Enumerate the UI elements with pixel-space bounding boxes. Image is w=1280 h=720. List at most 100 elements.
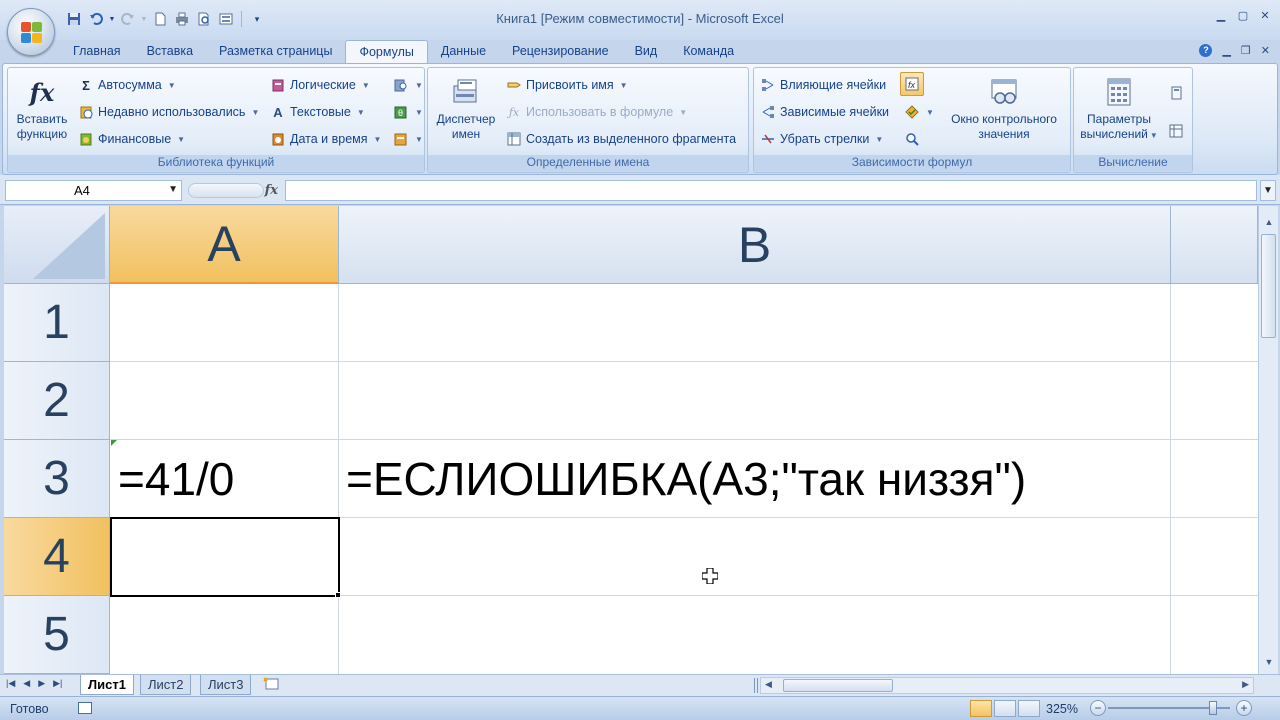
page-layout-view-icon[interactable] xyxy=(994,700,1016,717)
financial-button[interactable]: Финансовые ▼ xyxy=(78,128,185,150)
office-button[interactable] xyxy=(7,8,55,56)
tab-home[interactable]: Главная xyxy=(60,40,134,64)
column-divider xyxy=(338,284,339,674)
calculate-now-button[interactable] xyxy=(1168,82,1184,104)
next-sheet-icon[interactable]: ▶ xyxy=(38,678,45,689)
error-checking-button[interactable]: ▼ xyxy=(904,101,934,123)
trace-precedents-button[interactable]: Влияющие ячейки xyxy=(760,74,886,96)
chevron-down-icon: ▼ xyxy=(619,80,628,90)
row-header-1[interactable]: 1 xyxy=(4,284,110,362)
tab-page-layout[interactable]: Разметка страницы xyxy=(206,40,345,64)
horizontal-scrollbar[interactable]: ◀ ▶ xyxy=(760,677,1254,694)
autosum-label: Автосумма xyxy=(98,78,162,92)
text-button[interactable]: A Текстовые ▼ xyxy=(270,101,364,123)
name-box[interactable]: A4 ▼ xyxy=(5,180,182,201)
column-header-a[interactable]: A xyxy=(110,206,339,284)
logical-button[interactable]: Логические ▼ xyxy=(270,74,370,96)
cell-cursor-icon xyxy=(701,567,719,585)
more-functions-button[interactable]: ▼ xyxy=(393,128,423,150)
macro-record-icon[interactable] xyxy=(78,702,92,714)
name-manager-button[interactable]: Диспетчер имен xyxy=(431,76,501,142)
create-from-selection-label: Создать из выделенного фрагмента xyxy=(526,132,737,146)
formula-input[interactable] xyxy=(285,180,1257,201)
error-indicator-icon[interactable] xyxy=(111,440,117,446)
row-header-2[interactable]: 2 xyxy=(4,362,110,440)
worksheet-grid[interactable]: A B 1 2 3 4 5 =41/0 =ЕСЛИОШИБКА(A3;"так … xyxy=(4,206,1258,674)
scroll-up-icon[interactable]: ▲ xyxy=(1261,214,1277,230)
chevron-down-icon: ▼ xyxy=(251,107,260,117)
calc-options-button[interactable]: Параметры вычислений ▼ xyxy=(1076,76,1162,143)
function-library-label: Библиотека функций xyxy=(8,155,424,171)
expand-formula-bar-icon[interactable]: ▼ xyxy=(1260,180,1276,201)
workbook-minimize-icon[interactable]: ▁ xyxy=(1222,44,1230,57)
trace-dependents-button[interactable]: Зависимые ячейки xyxy=(760,101,889,123)
autosum-button[interactable]: Σ Автосумма ▼ xyxy=(78,74,176,96)
insert-function-label-1: Вставить xyxy=(16,112,68,126)
minimize-icon[interactable]: ▁ xyxy=(1212,6,1230,24)
select-all-button[interactable] xyxy=(4,206,110,284)
tab-split-handle[interactable] xyxy=(754,678,758,693)
horizontal-scroll-thumb[interactable] xyxy=(783,679,893,692)
create-from-selection-button[interactable]: Создать из выделенного фрагмента xyxy=(506,128,736,150)
vertical-scrollbar[interactable]: ▲ ▼ xyxy=(1258,206,1278,674)
row-header-3[interactable]: 3 xyxy=(4,440,110,518)
tab-team[interactable]: Команда xyxy=(670,40,747,64)
workbook-restore-icon[interactable]: ❐ xyxy=(1241,44,1251,57)
row-header-5[interactable]: 5 xyxy=(4,596,110,674)
name-manager-label-2: имен xyxy=(451,127,481,141)
normal-view-icon[interactable] xyxy=(970,700,992,717)
close-icon[interactable]: ✕ xyxy=(1256,6,1274,24)
math-trig-button[interactable]: θ ▼ xyxy=(393,101,423,123)
tab-view[interactable]: Вид xyxy=(622,40,671,64)
tab-review[interactable]: Рецензирование xyxy=(499,40,622,64)
tab-insert[interactable]: Вставка xyxy=(134,40,206,64)
fx-icon: fx xyxy=(29,77,55,107)
row-header-4[interactable]: 4 xyxy=(4,518,110,596)
use-in-formula-button[interactable]: ƒx Использовать в формуле ▼ xyxy=(506,101,687,123)
page-break-view-icon[interactable] xyxy=(1018,700,1040,717)
column-header-b[interactable]: B xyxy=(339,206,1171,284)
lookup-reference-button[interactable]: ▼ xyxy=(393,74,423,96)
sheet-tab-3[interactable]: Лист3 xyxy=(200,675,252,695)
maximize-icon[interactable]: ▢ xyxy=(1234,6,1252,24)
insert-function-fx-icon[interactable]: fx xyxy=(265,183,278,198)
zoom-out-icon[interactable]: − xyxy=(1090,700,1106,716)
sheet-tab-2[interactable]: Лист2 xyxy=(140,675,192,695)
remove-arrows-button[interactable]: Убрать стрелки ▼ xyxy=(760,128,883,150)
sheet-tab-bar: |◀ ◀ ▶ ▶| Лист1 Лист2 Лист3 ◀ ▶ xyxy=(0,674,1280,696)
zoom-level[interactable]: 325% xyxy=(1046,702,1078,716)
column-header-c[interactable] xyxy=(1171,206,1258,284)
active-cell-a4[interactable] xyxy=(110,517,340,597)
chevron-down-icon: ▼ xyxy=(373,134,382,144)
calculate-sheet-button[interactable] xyxy=(1168,120,1184,142)
scroll-right-icon[interactable]: ▶ xyxy=(1242,679,1249,690)
scroll-down-icon[interactable]: ▼ xyxy=(1261,654,1277,670)
watch-window-button[interactable]: Окно контрольного значения xyxy=(940,76,1068,142)
sheet-tab-1[interactable]: Лист1 xyxy=(80,675,134,695)
scroll-left-icon[interactable]: ◀ xyxy=(765,679,772,690)
recently-used-button[interactable]: Недавно использовались ▼ xyxy=(78,101,259,123)
name-box-dropdown-icon[interactable]: ▼ xyxy=(168,184,178,195)
fill-handle[interactable] xyxy=(335,592,341,598)
show-formulas-button[interactable]: fx xyxy=(900,72,924,96)
help-icon[interactable]: ? xyxy=(1199,44,1213,57)
tab-formulas[interactable]: Формулы xyxy=(345,40,428,64)
zoom-slider-thumb[interactable] xyxy=(1209,701,1217,715)
cell-b3[interactable]: =ЕСЛИОШИБКА(A3;"так низзя") xyxy=(346,440,1026,518)
insert-function-button[interactable]: fx Вставить функцию xyxy=(10,76,74,142)
date-time-button[interactable]: Дата и время ▼ xyxy=(270,128,381,150)
calculator-icon xyxy=(1103,76,1135,108)
prev-sheet-icon[interactable]: ◀ xyxy=(23,678,30,689)
define-name-button[interactable]: Присвоить имя ▼ xyxy=(506,74,628,96)
tab-data[interactable]: Данные xyxy=(428,40,499,64)
insert-sheet-icon[interactable] xyxy=(262,677,284,693)
last-sheet-icon[interactable]: ▶| xyxy=(53,678,62,689)
first-sheet-icon[interactable]: |◀ xyxy=(6,678,15,689)
cell-a3[interactable]: =41/0 xyxy=(118,440,234,518)
financial-book-icon xyxy=(78,131,94,147)
zoom-in-icon[interactable]: + xyxy=(1236,700,1252,716)
formula-bar-buttons: fx xyxy=(186,180,284,201)
workbook-close-icon[interactable]: ✕ xyxy=(1261,44,1270,57)
vertical-scroll-thumb[interactable] xyxy=(1261,234,1276,338)
evaluate-formula-button[interactable] xyxy=(904,128,920,150)
